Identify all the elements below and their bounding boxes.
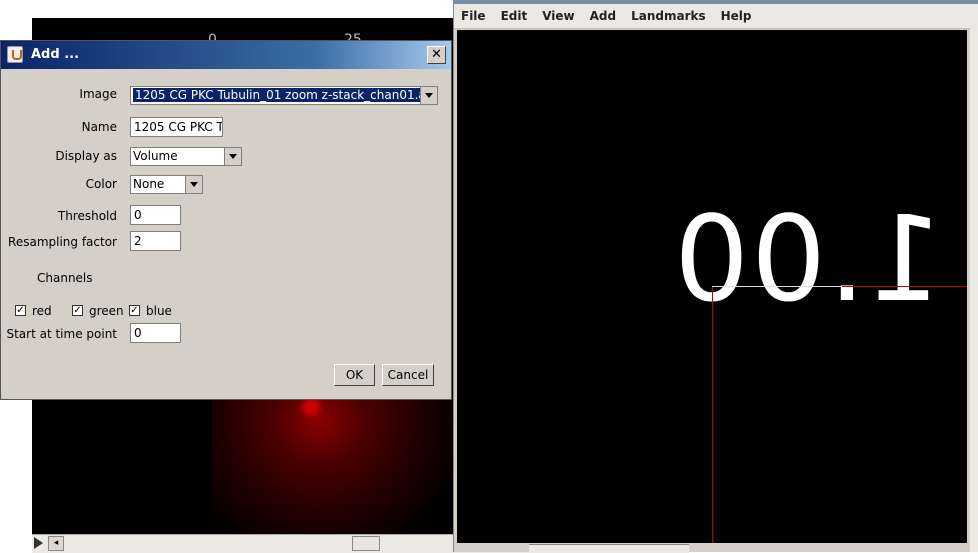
play-icon[interactable]	[34, 537, 43, 549]
threshold-label: Threshold	[57, 209, 117, 223]
image-select-value: 1205 CG PKC Tubulin_01 zoom z-stack_chan…	[133, 88, 437, 102]
menubar: File Edit View Add Landmarks Help	[454, 4, 978, 29]
resampling-label: Resampling factor	[8, 235, 117, 249]
display-as-value: Volume	[133, 149, 178, 163]
blue-checkbox[interactable]: ✓	[129, 305, 140, 316]
ok-button[interactable]: OK	[334, 364, 375, 386]
dialog-title: Add ...	[31, 47, 80, 62]
close-button[interactable]: ✕	[427, 46, 446, 64]
red-label: red	[32, 304, 52, 318]
channels-label: Channels	[37, 271, 93, 285]
image-select[interactable]: 1205 CG PKC Tubulin_01 zoom z-stack_chan…	[130, 86, 438, 105]
threshold-field[interactable]: 0	[130, 205, 181, 225]
green-label: green	[89, 304, 124, 318]
name-label: Name	[81, 120, 117, 134]
dialog-titlebar[interactable]: Add ... ✕	[1, 41, 451, 69]
scalebar-line	[712, 286, 842, 287]
display-as-label: Display as	[55, 149, 117, 163]
resampling-field[interactable]: 2	[130, 231, 181, 251]
color-label: Color	[85, 177, 117, 191]
java-icon	[7, 46, 23, 63]
color-select[interactable]: None	[130, 175, 203, 194]
menu-view[interactable]: View	[535, 4, 582, 28]
scrollbar-thumb[interactable]	[352, 536, 380, 551]
color-value: None	[133, 177, 165, 191]
viewer-window: File Edit View Add Landmarks Help 1.00	[453, 0, 978, 553]
red-checkbox[interactable]: ✓	[15, 305, 26, 316]
green-checkbox[interactable]: ✓	[72, 305, 83, 316]
3d-canvas[interactable]: 1.00	[457, 30, 967, 543]
chevron-down-icon[interactable]	[185, 176, 202, 193]
menu-file[interactable]: File	[454, 4, 494, 28]
fluorescence-hotspot	[302, 398, 320, 416]
name-field[interactable]: 1205 CG PKC T	[130, 117, 223, 137]
viewer-edge	[970, 28, 978, 552]
axis-line-vertical	[712, 286, 713, 543]
start-time-label: Start at time point	[6, 327, 117, 341]
chevron-down-icon[interactable]	[420, 87, 437, 104]
start-time-field[interactable]: 0	[130, 323, 181, 343]
image-label: Image	[79, 87, 117, 101]
menu-edit[interactable]: Edit	[494, 4, 536, 28]
cancel-button[interactable]: Cancel	[382, 364, 434, 386]
menu-help[interactable]: Help	[714, 4, 760, 28]
menu-add[interactable]: Add	[583, 4, 624, 28]
chevron-down-icon[interactable]	[224, 148, 241, 165]
menu-landmarks[interactable]: Landmarks	[624, 4, 714, 28]
fluorescence-image	[212, 378, 452, 534]
scroll-left-icon[interactable]: ◂	[48, 536, 64, 551]
add-dialog: Add ... ✕ Image 1205 CG PKC Tubulin_01 z…	[0, 40, 452, 400]
display-as-select[interactable]: Volume	[130, 147, 242, 166]
blue-label: blue	[146, 304, 172, 318]
